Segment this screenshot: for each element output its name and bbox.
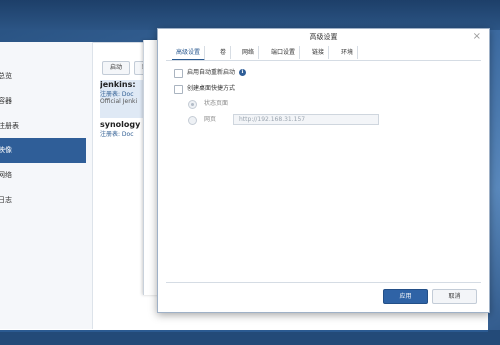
web-page-radio[interactable] [188,116,197,125]
dialog-title: 高级设置 [309,33,338,41]
close-icon[interactable]: × [473,31,481,43]
footer-divider [166,282,481,283]
auto-restart-checkbox[interactable] [174,69,183,78]
tab-environment[interactable]: 环境 [337,46,359,59]
status-page-radio[interactable] [188,100,197,109]
auto-restart-label: 启用自动重新启动 [187,69,236,76]
tab-links[interactable]: 链接 [308,46,330,59]
desktop-top-band [0,0,500,30]
cancel-button[interactable]: 取消 [432,289,477,304]
docker-sidebar: 总览 容器 注册表 映像 网络 日志 [0,42,93,329]
sidebar-item-image[interactable]: 映像 [0,138,86,163]
desktop-shortcut-checkbox[interactable] [174,85,183,94]
tab-advanced[interactable]: 高级设置 [172,46,206,61]
tab-network[interactable]: 网络 [238,46,260,59]
apply-button[interactable]: 应用 [383,289,428,304]
info-icon[interactable]: i [239,69,246,76]
desktop-shortcut-label: 创建桌面快捷方式 [187,85,236,92]
sidebar-item-network[interactable]: 网络 [0,163,86,188]
sidebar-item-log[interactable]: 日志 [0,188,86,213]
taskbar [0,330,500,345]
status-page-label: 状态页面 [204,100,229,107]
web-page-label: 网页 [204,116,217,123]
web-page-url-input[interactable] [233,114,379,125]
sidebar-item-registry[interactable]: 注册表 [0,114,86,139]
tabs-divider [166,60,481,61]
sidebar-item-container[interactable]: 容器 [0,89,86,114]
tab-port-settings[interactable]: 端口设置 [267,46,301,59]
tab-volume[interactable]: 卷 [216,46,232,59]
launch-button[interactable]: 启动 [102,61,130,75]
sidebar-item-overview[interactable]: 总览 [0,64,86,89]
